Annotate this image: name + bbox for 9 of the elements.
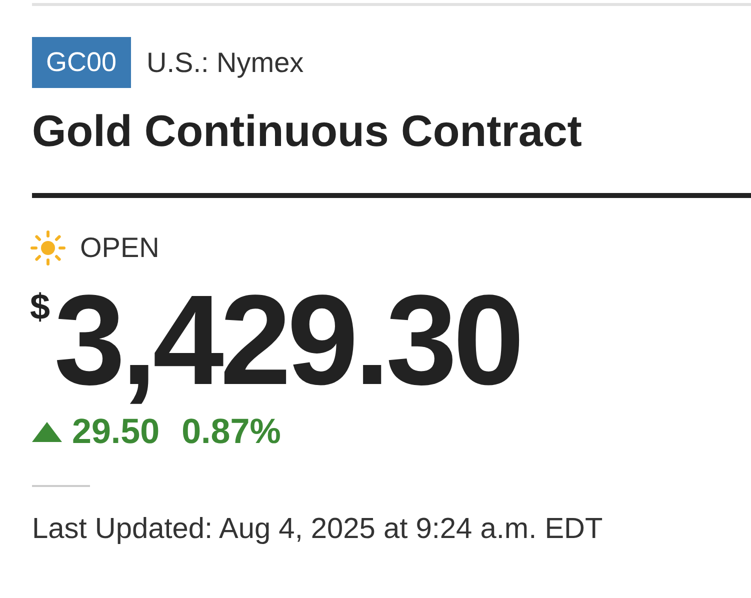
market-status: OPEN xyxy=(80,232,160,264)
ticker-symbol: GC00 xyxy=(32,37,131,88)
last-updated: Last Updated: Aug 4, 2025 at 9:24 a.m. EDT xyxy=(32,513,604,546)
price-value: 3,429.30 xyxy=(54,268,520,414)
currency-symbol: $ xyxy=(30,286,50,328)
change-percent: 0.87% xyxy=(182,412,281,452)
instrument-title: Gold Continuous Contract xyxy=(32,106,583,158)
change-amount: 29.50 xyxy=(72,412,160,452)
exchange-label: U.S.: Nymex xyxy=(146,46,304,78)
